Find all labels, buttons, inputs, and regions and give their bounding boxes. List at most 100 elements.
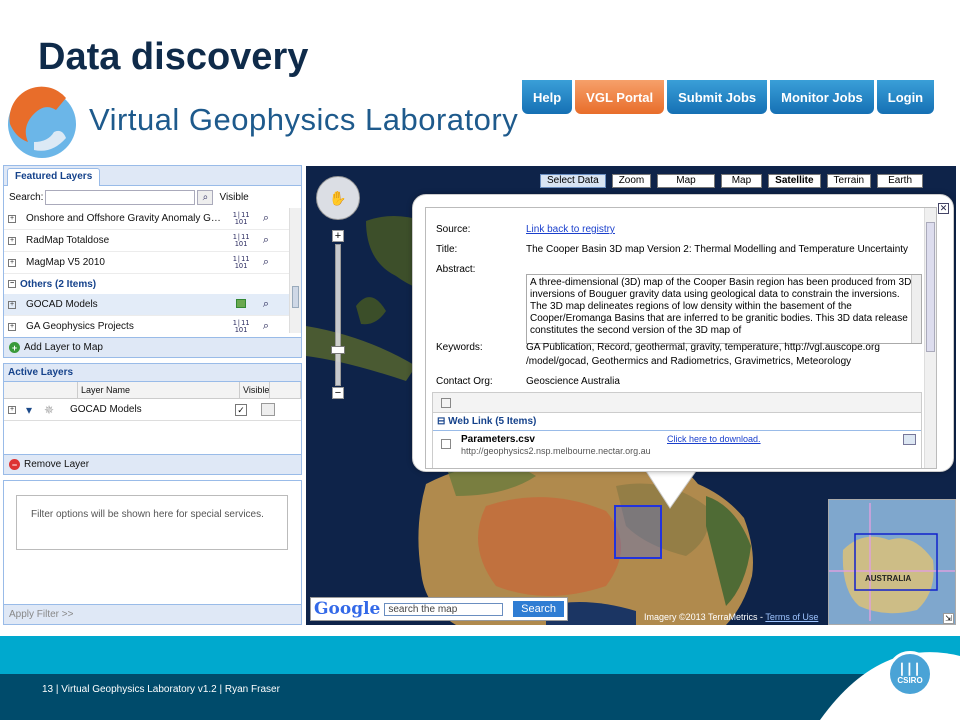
popup-pointer	[645, 470, 697, 509]
row-checkbox[interactable]	[441, 439, 451, 449]
close-icon[interactable]: ✕	[938, 203, 949, 214]
overview-minimap[interactable]: AUSTRALIA	[828, 499, 956, 625]
slide-footer-bar	[0, 636, 960, 720]
search-icon[interactable]: ⌕	[197, 189, 214, 205]
csiro-bars-icon: ┃┃┃	[898, 664, 922, 676]
magnify-icon[interactable]: ⌕	[256, 256, 276, 269]
zoom-button[interactable]: Zoom	[611, 174, 652, 188]
vgl-logo[interactable]: Virtual Geophysics Laboratory	[4, 80, 524, 165]
zoom-out-icon[interactable]: −	[332, 387, 344, 399]
map-view[interactable]: Select Data Zoom Map Map Satellite Terra…	[306, 166, 956, 625]
map-search-bar: Google search the map Search	[310, 597, 568, 621]
preview-icon[interactable]	[903, 434, 916, 445]
featured-layers-panel: Featured Layers Search: ⌕ Visible + Onsho…	[3, 165, 302, 358]
expand-icon[interactable]: +	[8, 236, 16, 245]
minimap-label: AUSTRALIA	[865, 574, 912, 583]
google-logo: Google	[314, 599, 381, 619]
terms-link[interactable]: Terms of Use	[765, 612, 818, 622]
filter-panel: Filter options will be shown here for sp…	[3, 480, 302, 625]
terrain-button[interactable]: Terrain	[826, 174, 872, 188]
layer-info-popup: ✕ Source: Link back to registry Title: T…	[412, 194, 954, 472]
weblink-row[interactable]: Parameters.csv http://geophysics2.nsp.me…	[433, 431, 921, 467]
nav-vgl-portal[interactable]: VGL Portal	[575, 80, 665, 114]
minimap-imagery	[829, 503, 955, 621]
active-layers-title: Active Layers	[4, 364, 301, 382]
map-search-button[interactable]: Search	[513, 601, 564, 617]
weblink-group-header[interactable]: ⊟ Web Link (5 Items)	[433, 413, 921, 431]
layer-search-input[interactable]	[45, 189, 196, 205]
collapse-icon[interactable]: −	[8, 280, 16, 288]
nav-monitor-jobs[interactable]: Monitor Jobs	[770, 80, 874, 114]
remove-icon: −	[9, 459, 20, 470]
active-layers-panel: Active Layers Layer Name Visible + ▾ ✵ G…	[3, 363, 302, 475]
expand-icon[interactable]: +	[8, 258, 16, 267]
magnify-icon[interactable]: ⌕	[256, 320, 276, 333]
slide-title: Data discovery	[38, 36, 309, 78]
expand-icon[interactable]: +	[8, 405, 16, 414]
magnify-icon[interactable]: ⌕	[256, 298, 276, 311]
footer-text: 13 | Virtual Geophysics Laboratory v1.2 …	[42, 684, 280, 695]
active-layer-row[interactable]: + ▾ ✵ GOCAD Models ✓	[4, 399, 301, 421]
minimap-toggle-icon[interactable]: ⇲	[943, 613, 954, 624]
visible-column-label: Visible	[219, 191, 249, 203]
map-toolbar: Select Data Zoom Map Map Satellite Terra…	[540, 174, 924, 188]
layer-row-gocad[interactable]: + GOCAD Models ⌕	[4, 294, 301, 316]
dataset-title: The Cooper Basin 3D map Version 2: Therm…	[526, 244, 909, 255]
visible-column[interactable]: Visible	[240, 382, 270, 398]
top-nav: Help VGL Portal Submit Jobs Monitor Jobs…	[522, 80, 935, 114]
nav-login[interactable]: Login	[876, 80, 935, 114]
zoom-slider[interactable]	[335, 244, 341, 386]
layer-row[interactable]: + RadMap Totaldose 1|11 1O1 ⌕	[4, 230, 301, 252]
globe-logo-icon	[8, 86, 76, 158]
select-all-checkbox[interactable]	[441, 398, 451, 408]
satellite-button[interactable]: Satellite	[768, 174, 821, 188]
magnify-icon[interactable]: ⌕	[256, 234, 276, 247]
registry-link[interactable]: Link back to registry	[526, 224, 615, 235]
collapse-icon[interactable]: ⊟	[437, 416, 445, 427]
others-group-header[interactable]: − Others (2 Items)	[4, 274, 301, 294]
layer-row[interactable]: + MagMap V5 2010 1|11 1O1 ⌕	[4, 252, 301, 274]
zoom-in-icon[interactable]: +	[332, 230, 344, 242]
popup-scrollbar[interactable]	[924, 208, 936, 468]
csiro-logo: ┃┃┃ CSIRO	[887, 651, 933, 697]
image-layer-icon	[226, 299, 256, 310]
binary-data-icon: 1|11 1O1	[232, 254, 250, 270]
search-label: Search:	[9, 191, 44, 203]
magnify-icon[interactable]: ⌕	[256, 212, 276, 225]
tab-featured-layers[interactable]: Featured Layers	[7, 168, 101, 186]
add-layer-button[interactable]: + Add Layer to Map	[4, 337, 301, 357]
layer-row[interactable]: + Onshore and Offshore Gravity Anomaly Ge…	[4, 208, 301, 230]
pan-control-icon[interactable]: ✋	[316, 176, 360, 220]
download-layer-icon[interactable]	[261, 403, 275, 416]
layers-scrollbar[interactable]	[289, 208, 301, 333]
filter-message: Filter options will be shown here for sp…	[16, 495, 288, 550]
download-link[interactable]: Click here to download.	[667, 434, 761, 444]
add-icon: +	[9, 342, 20, 353]
binary-data-icon: 1|11 1O1	[232, 232, 250, 248]
abstract-scrollbar[interactable]	[911, 275, 921, 343]
map-attribution: Imagery ©2013 TerraMetrics - Terms of Us…	[644, 612, 819, 622]
nav-submit-jobs[interactable]: Submit Jobs	[667, 80, 768, 114]
loading-spinner-icon: ✵	[44, 402, 55, 417]
visible-checkbox[interactable]: ✓	[235, 403, 247, 416]
earth-button[interactable]: Earth	[877, 174, 924, 188]
expand-icon[interactable]: +	[8, 322, 16, 331]
logo-text: Virtual Geophysics Laboratory	[89, 102, 519, 137]
map-button[interactable]: Map	[720, 174, 763, 188]
binary-data-icon: 1|11 1O1	[232, 210, 250, 226]
abstract-textarea[interactable]: A three-dimensional (3D) map of the Coop…	[526, 274, 922, 344]
layer-row[interactable]: + GA Geophysics Projects 1|11 1O1 ⌕	[4, 316, 301, 338]
map-type-button[interactable]: Map	[657, 174, 715, 188]
apply-filter-button[interactable]: Apply Filter >>	[4, 604, 301, 624]
expand-icon[interactable]: +	[8, 214, 16, 223]
zoom-slider-handle[interactable]	[331, 346, 345, 354]
select-data-button[interactable]: Select Data	[540, 174, 606, 188]
layer-name-column[interactable]: Layer Name	[78, 382, 240, 398]
map-search-input[interactable]: search the map	[384, 602, 504, 616]
map-pin-icon: ▾	[26, 402, 33, 417]
expand-icon[interactable]: +	[8, 300, 16, 309]
remove-layer-button[interactable]: − Remove Layer	[4, 454, 301, 474]
nav-help[interactable]: Help	[522, 80, 573, 114]
binary-data-icon: 1|11 1O1	[232, 318, 250, 334]
weblink-grid: ⊟ Web Link (5 Items) Parameters.csv http…	[432, 392, 922, 468]
